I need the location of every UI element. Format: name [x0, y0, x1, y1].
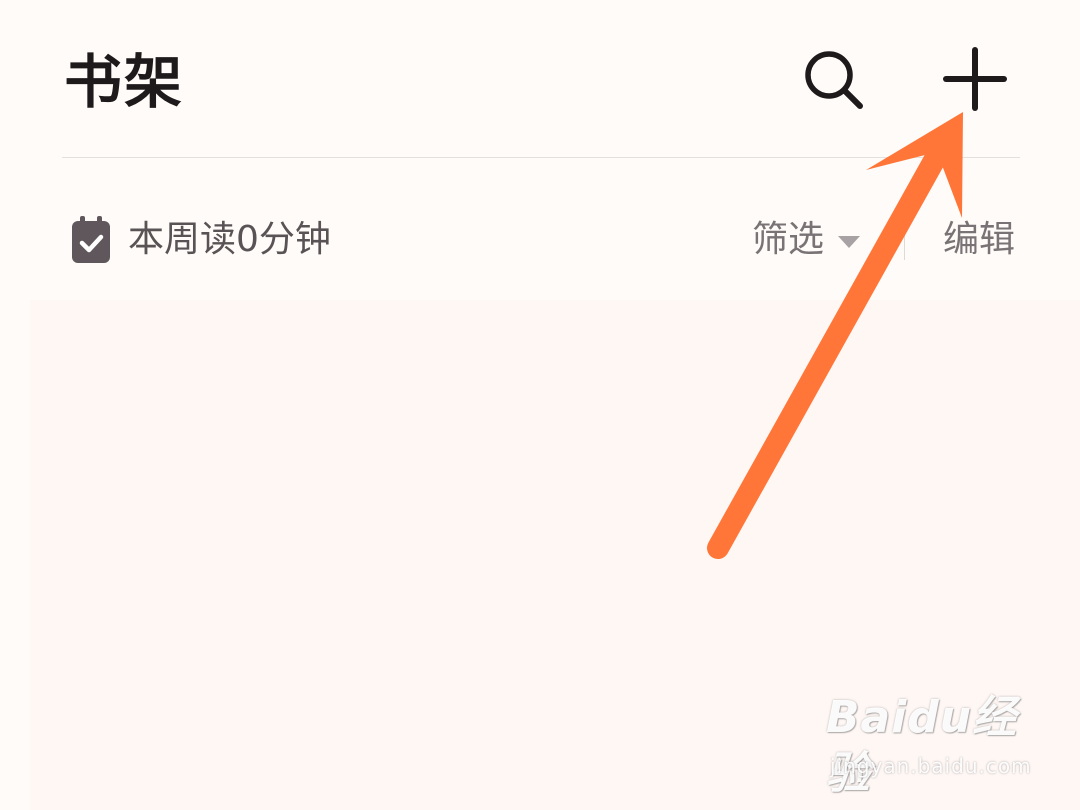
filter-button[interactable]: 筛选 — [752, 210, 861, 270]
watermark-logo: Baidu经验 — [826, 692, 1018, 799]
weekly-reading-stat[interactable]: 本周读0分钟 — [70, 210, 331, 270]
weekly-reading-text: 本周读0分钟 — [128, 219, 331, 260]
search-icon[interactable] — [800, 46, 870, 116]
bookshelf-screen: 书架 本周读0分钟 筛选 编辑 Baidu经验 jingyan.baidu.co… — [0, 0, 1080, 810]
watermark: Baidu经验 jingyan.baidu.com — [826, 690, 1056, 799]
plus-icon — [943, 47, 1007, 111]
add-button[interactable] — [940, 44, 1010, 114]
caret-down-icon — [838, 236, 861, 248]
calendar-check-icon — [72, 216, 110, 263]
header-divider — [62, 157, 1020, 158]
toolbar-separator — [904, 220, 905, 260]
edit-button[interactable]: 编辑 — [943, 210, 1015, 270]
page-title: 书架 — [64, 48, 185, 116]
filter-label: 筛选 — [752, 219, 825, 260]
toolbar: 本周读0分钟 筛选 编辑 — [0, 200, 1080, 280]
watermark-url: jingyan.baidu.com — [830, 754, 1032, 778]
header: 书架 — [0, 0, 1080, 158]
